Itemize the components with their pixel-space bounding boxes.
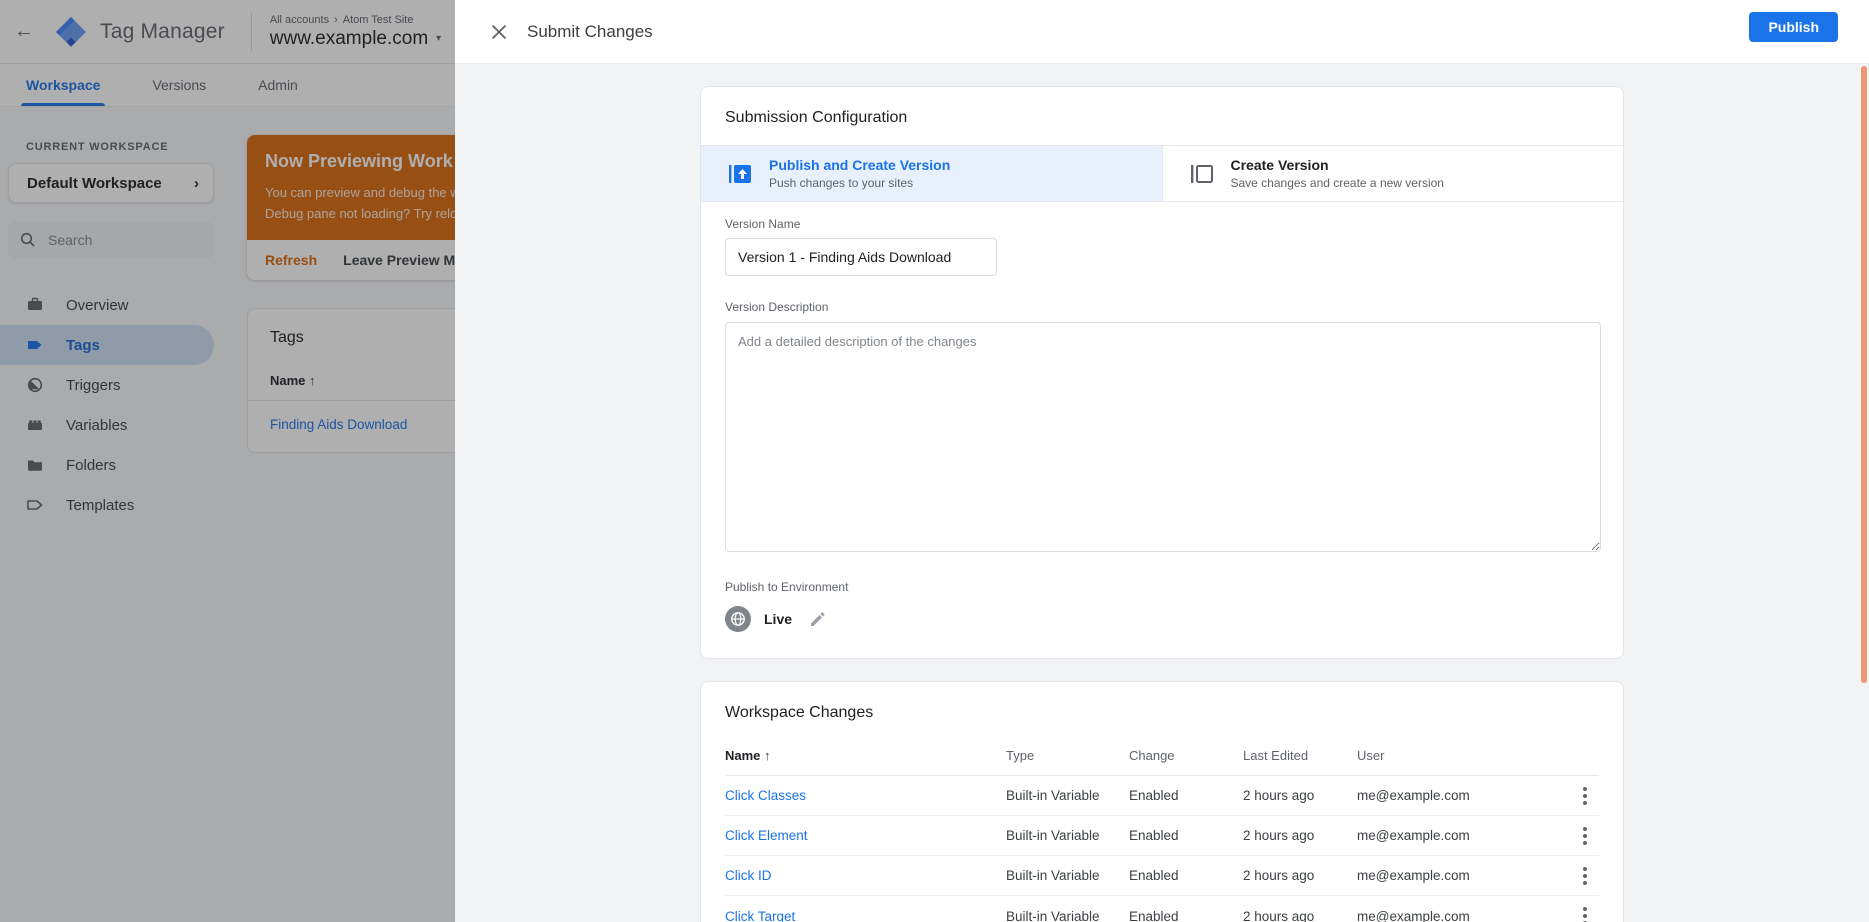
cell-user: me@example.com <box>1357 788 1559 803</box>
cell-user: me@example.com <box>1357 909 1559 922</box>
version-name-label: Version Name <box>725 217 1599 231</box>
edit-environment-icon[interactable] <box>809 611 826 628</box>
column-header-name[interactable]: Name ↑ <box>725 748 1006 763</box>
card-title: Submission Configuration <box>701 87 1623 145</box>
row-menu-kebab-icon[interactable] <box>1571 782 1599 810</box>
cell-last-edited: 2 hours ago <box>1243 868 1357 883</box>
cell-change: Enabled <box>1129 868 1243 883</box>
modal-title: Submit Changes <box>527 22 653 42</box>
column-header-type[interactable]: Type <box>1006 748 1129 763</box>
close-icon[interactable] <box>483 16 515 48</box>
card-title: Workspace Changes <box>701 682 1623 736</box>
workspace-changes-card: Workspace Changes Name ↑ Type Change Las… <box>700 681 1624 922</box>
cell-type: Built-in Variable <box>1006 788 1129 803</box>
option-publish-and-create-version[interactable]: Publish and Create Version Push changes … <box>701 146 1162 201</box>
version-name-input[interactable] <box>725 238 997 276</box>
table-row: Click Element Built-in Variable Enabled … <box>725 816 1599 856</box>
sort-ascending-icon: ↑ <box>764 748 771 763</box>
cell-type: Built-in Variable <box>1006 828 1129 843</box>
change-link[interactable]: Click Classes <box>725 788 806 803</box>
modal-header: Submit Changes Publish <box>455 0 1869 64</box>
create-version-icon <box>1189 161 1215 187</box>
cell-change: Enabled <box>1129 828 1243 843</box>
publish-to-environment-label: Publish to Environment <box>725 580 1599 594</box>
environment-name: Live <box>764 611 792 627</box>
changes-table-header: Name ↑ Type Change Last Edited User <box>725 736 1599 776</box>
option-title: Publish and Create Version <box>769 157 950 173</box>
cell-type: Built-in Variable <box>1006 909 1129 922</box>
cell-last-edited: 2 hours ago <box>1243 788 1357 803</box>
option-title: Create Version <box>1231 157 1444 173</box>
option-create-version[interactable]: Create Version Save changes and create a… <box>1162 146 1624 201</box>
cell-user: me@example.com <box>1357 868 1559 883</box>
cell-change: Enabled <box>1129 909 1243 922</box>
option-subtitle: Push changes to your sites <box>769 176 950 190</box>
cell-type: Built-in Variable <box>1006 868 1129 883</box>
publish-icon <box>727 161 753 187</box>
cell-last-edited: 2 hours ago <box>1243 828 1357 843</box>
change-link[interactable]: Click Element <box>725 828 808 843</box>
modal-scrollbar-thumb[interactable] <box>1861 66 1867 683</box>
column-header-user[interactable]: User <box>1357 748 1559 763</box>
submit-changes-modal: Submit Changes Publish Submission Config… <box>455 0 1869 922</box>
modal-body: Submission Configuration Publish and Cre… <box>455 64 1869 922</box>
row-menu-kebab-icon[interactable] <box>1571 902 1599 922</box>
table-row: Click ID Built-in Variable Enabled 2 hou… <box>725 856 1599 896</box>
column-header-last-edited[interactable]: Last Edited <box>1243 748 1357 763</box>
row-menu-kebab-icon[interactable] <box>1571 822 1599 850</box>
row-menu-kebab-icon[interactable] <box>1571 862 1599 890</box>
cell-user: me@example.com <box>1357 828 1559 843</box>
publish-button[interactable]: Publish <box>1749 12 1838 42</box>
option-subtitle: Save changes and create a new version <box>1231 176 1444 190</box>
change-link[interactable]: Click Target <box>725 909 795 922</box>
globe-icon <box>725 606 751 632</box>
version-description-textarea[interactable] <box>725 322 1601 552</box>
table-row: Click Target Built-in Variable Enabled 2… <box>725 896 1599 922</box>
version-description-label: Version Description <box>725 300 1599 314</box>
cell-last-edited: 2 hours ago <box>1243 909 1357 922</box>
table-row: Click Classes Built-in Variable Enabled … <box>725 776 1599 816</box>
change-link[interactable]: Click ID <box>725 868 772 883</box>
cell-change: Enabled <box>1129 788 1243 803</box>
column-header-change[interactable]: Change <box>1129 748 1243 763</box>
submission-configuration-card: Submission Configuration Publish and Cre… <box>700 86 1624 659</box>
